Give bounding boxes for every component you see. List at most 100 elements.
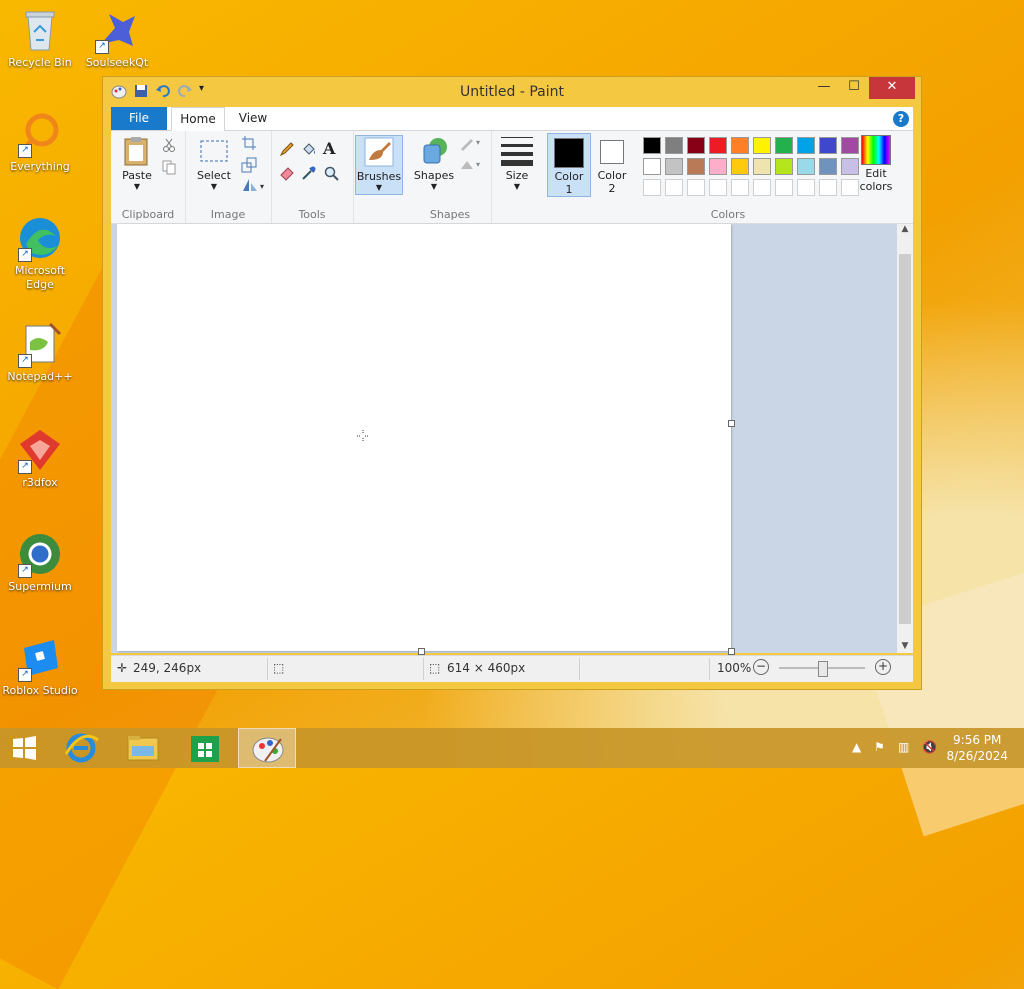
desktop-icon-r3dfox[interactable]: ↗ r3dfox	[0, 426, 80, 490]
color2-num: 2	[608, 182, 616, 195]
color-swatch[interactable]	[819, 158, 837, 175]
zoom-in-button[interactable]: +	[875, 659, 891, 675]
edit-colors-button[interactable]: Edit colors	[855, 133, 897, 193]
crosshair-cursor-icon	[357, 430, 369, 442]
color-swatch[interactable]	[797, 158, 815, 175]
select-button[interactable]: Select ▼	[191, 135, 237, 191]
tab-view[interactable]: View	[227, 107, 279, 130]
taskbar-paint[interactable]	[238, 728, 296, 768]
shapes-button[interactable]: Shapes ▼	[413, 135, 455, 191]
desktop-icon-everything[interactable]: ↗ Everything	[0, 110, 80, 174]
color-swatch[interactable]	[731, 158, 749, 175]
copy-icon[interactable]	[161, 159, 177, 175]
text-tool-icon[interactable]: A	[323, 139, 339, 158]
roblox-studio-icon: ↗	[16, 634, 64, 682]
internet-explorer-icon[interactable]	[52, 728, 110, 768]
shortcut-arrow-icon: ↗	[18, 460, 32, 474]
custom-color-slot[interactable]	[753, 179, 771, 196]
size-button[interactable]: Size ▼	[497, 135, 537, 191]
group-colors: Color 1 Color 2 Edit colors Colors	[543, 131, 913, 223]
custom-color-slot[interactable]	[819, 179, 837, 196]
canvas-workarea	[111, 224, 897, 655]
desktop-icon-edge[interactable]: ↗ Microsoft Edge	[0, 214, 80, 292]
minimize-button[interactable]: —	[809, 77, 839, 99]
paste-button[interactable]: Paste ▼	[117, 135, 157, 191]
desktop-icon-soulseekqt[interactable]: ↗ SoulseekQt	[77, 6, 157, 70]
brushes-button[interactable]: Brushes ▼	[355, 135, 403, 195]
system-clock[interactable]: 9:56 PM 8/26/2024	[946, 732, 1008, 764]
title-bar[interactable]: ▾ Untitled - Paint — ☐ ✕	[103, 77, 921, 107]
color-swatch[interactable]	[753, 137, 771, 154]
crop-icon[interactable]	[241, 135, 257, 151]
scroll-thumb[interactable]	[899, 254, 911, 624]
color-swatch[interactable]	[775, 137, 793, 154]
close-button[interactable]: ✕	[869, 77, 915, 99]
custom-color-slot[interactable]	[775, 179, 793, 196]
action-center-flag-icon[interactable]: ⚑	[874, 740, 885, 754]
resize-icon[interactable]	[241, 157, 257, 173]
cursor-position: 249, 246px	[133, 661, 202, 675]
file-explorer-icon[interactable]	[114, 728, 172, 768]
start-button[interactable]	[0, 728, 58, 768]
vertical-scrollbar[interactable]: ▲ ▼	[897, 224, 913, 653]
color-swatch[interactable]	[665, 137, 683, 154]
cut-icon[interactable]	[161, 137, 177, 153]
maximize-button[interactable]: ☐	[839, 77, 869, 99]
zoom-slider-thumb[interactable]	[818, 661, 828, 677]
group-brushes: Brushes ▼	[353, 131, 409, 223]
custom-color-slot[interactable]	[687, 179, 705, 196]
scroll-down-icon[interactable]: ▼	[897, 641, 913, 651]
color-swatch[interactable]	[643, 137, 661, 154]
resize-handle-right[interactable]	[728, 420, 735, 427]
zoom-out-button[interactable]: −	[753, 659, 769, 675]
desktop-icon-supermium[interactable]: ↗ Supermium	[0, 530, 80, 594]
dropdown-arrow-icon: ▼	[375, 183, 383, 192]
custom-color-slot[interactable]	[709, 179, 727, 196]
magnifier-icon[interactable]	[323, 165, 339, 181]
brush-icon	[363, 136, 395, 168]
zoom-level: 100%	[717, 661, 752, 675]
eraser-icon[interactable]	[279, 165, 295, 181]
color-swatch[interactable]	[709, 137, 727, 154]
tab-home[interactable]: Home	[171, 107, 225, 132]
store-icon[interactable]	[176, 728, 234, 768]
resize-handle-corner[interactable]	[728, 648, 735, 655]
color-swatch[interactable]	[687, 137, 705, 154]
resize-handle-bottom[interactable]	[418, 648, 425, 655]
tab-file[interactable]: File	[111, 107, 167, 130]
scroll-up-icon[interactable]: ▲	[897, 224, 913, 234]
notepad-icon: ↗	[16, 320, 64, 368]
zoom-slider-track[interactable]	[779, 661, 865, 677]
rotate-icon[interactable]: ▾	[241, 177, 267, 193]
color-picker-icon[interactable]	[301, 165, 317, 181]
show-hidden-icons-icon[interactable]: ▲	[852, 740, 861, 754]
group-clipboard: Paste ▼ Clipboard	[111, 131, 186, 223]
network-icon[interactable]: ▥	[898, 740, 909, 754]
custom-color-slot[interactable]	[731, 179, 749, 196]
color-swatch[interactable]	[709, 158, 727, 175]
volume-muted-icon[interactable]: 🔇	[922, 740, 937, 754]
color-swatch[interactable]	[731, 137, 749, 154]
drawing-canvas[interactable]	[117, 224, 731, 651]
color-swatch[interactable]	[643, 158, 661, 175]
help-icon[interactable]: ?	[893, 111, 909, 127]
color-swatch[interactable]	[819, 137, 837, 154]
color2-button[interactable]: Color 2	[591, 133, 633, 195]
divider	[709, 658, 710, 680]
color-swatch[interactable]	[665, 158, 683, 175]
desktop-icon-roblox-studio[interactable]: ↗ Roblox Studio	[0, 634, 80, 698]
custom-color-slot[interactable]	[643, 179, 661, 196]
custom-color-slot[interactable]	[797, 179, 815, 196]
color1-button[interactable]: Color 1	[547, 133, 591, 197]
color-swatch[interactable]	[775, 158, 793, 175]
fill-bucket-icon[interactable]	[301, 141, 317, 157]
desktop-icon-recycle-bin[interactable]: Recycle Bin	[0, 6, 80, 70]
custom-color-slot[interactable]	[665, 179, 683, 196]
pencil-icon[interactable]	[279, 141, 295, 157]
fill-icon[interactable]: ▾	[459, 157, 485, 173]
desktop-icon-notepadpp[interactable]: ↗ Notepad++	[0, 320, 80, 384]
color-swatch[interactable]	[687, 158, 705, 175]
color-swatch[interactable]	[797, 137, 815, 154]
outline-icon[interactable]: ▾	[459, 135, 485, 151]
color-swatch[interactable]	[753, 158, 771, 175]
